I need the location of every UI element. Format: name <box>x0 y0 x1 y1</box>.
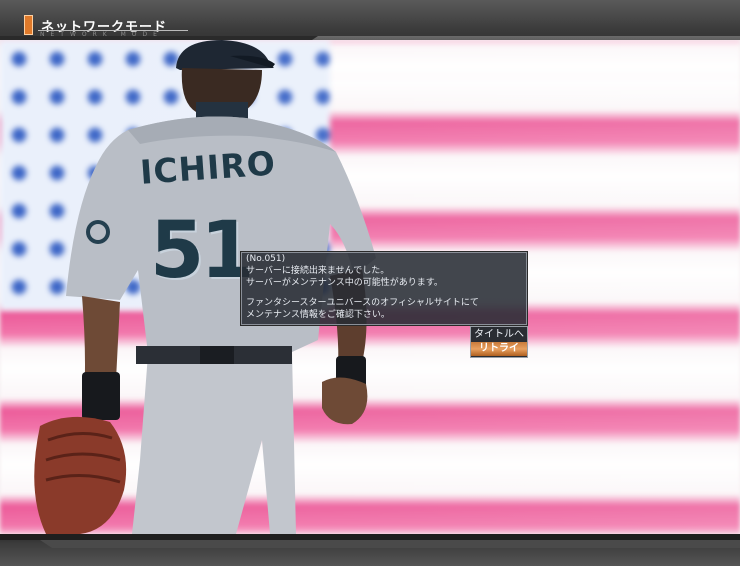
error-dialog: (No.051) サーバーに接続出来ませんでした。 サーバーがメンテナンス中の可… <box>241 252 527 325</box>
jersey-number: 51 <box>150 206 255 296</box>
mode-subtitle: NETWORK MODE <box>40 31 163 38</box>
error-line-3: ファンタシースターユニバースのオフィシャルサイトにて <box>246 298 479 308</box>
action-buttons: タイトルへ リトライ <box>470 326 528 358</box>
title-marker-icon <box>24 15 33 35</box>
bottom-bar-tab <box>40 540 740 548</box>
error-code: (No.051) <box>246 254 286 264</box>
to-title-button[interactable]: タイトルへ <box>471 328 527 342</box>
error-line-4: メンテナンス情報をご確認下さい。 <box>246 310 390 320</box>
error-line-1: サーバーに接続出来ませんでした。 <box>246 266 390 276</box>
bottom-bar <box>0 534 740 566</box>
error-line-2: サーバーがメンテナンス中の可能性があります。 <box>246 278 443 288</box>
retry-button[interactable]: リトライ <box>471 342 527 356</box>
